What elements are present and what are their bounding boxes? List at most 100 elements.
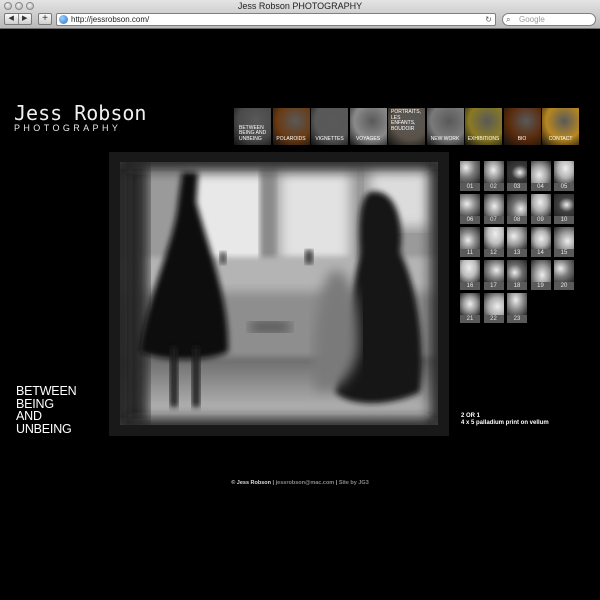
footer-credit-link[interactable]: Site by JG3 xyxy=(339,480,369,486)
nav-tile[interactable]: BETWEEN BEING AND UNBEING xyxy=(234,108,271,145)
nav-tile[interactable]: NEW WORK xyxy=(426,108,464,145)
thumbnail[interactable]: 12 xyxy=(483,227,504,257)
thumbnail[interactable]: 22 xyxy=(483,293,504,323)
main-photo[interactable] xyxy=(120,162,438,425)
nav-tile[interactable]: PORTRAITS, LES ENFANTS, BOUDOIR xyxy=(388,108,425,145)
thumbnail[interactable]: 08 xyxy=(507,194,527,224)
nav-tile-label: BIO xyxy=(517,135,527,142)
site-logo[interactable]: Jess Robson PHOTOGRAPHY xyxy=(14,103,146,133)
thumbnail-image xyxy=(460,227,480,249)
nav-tile[interactable]: POLAROIDS xyxy=(272,108,310,145)
thumbnail-image xyxy=(483,293,504,315)
thumbnail-number: 13 xyxy=(507,249,527,257)
search-placeholder: Google xyxy=(519,15,545,24)
thumbnail-number: 21 xyxy=(460,315,480,323)
thumbnail-number: 08 xyxy=(507,216,527,224)
thumbnail-number: 15 xyxy=(554,249,574,257)
history-nav: ◀ ▶ xyxy=(4,13,32,25)
nav-tile-label: VIGNETTES xyxy=(315,135,344,142)
thumbnail[interactable]: 19 xyxy=(530,260,551,290)
globe-icon xyxy=(59,15,68,24)
thumbnail-image xyxy=(483,161,504,183)
thumbnail[interactable]: 05 xyxy=(554,161,574,191)
thumbnail-number: 11 xyxy=(460,249,480,257)
page-body: Jess Robson PHOTOGRAPHY BETWEEN BEING AN… xyxy=(0,30,600,600)
series-title-line: AND xyxy=(16,409,42,423)
thumbnail[interactable]: 20 xyxy=(554,260,574,290)
footer-email-link[interactable]: jessrobson@mac.com xyxy=(276,480,335,486)
thumbnail[interactable]: 23 xyxy=(507,293,527,323)
thumbnail-image xyxy=(530,194,551,216)
url-text[interactable]: http://jessrobson.com/ xyxy=(71,14,149,25)
thumbnail[interactable]: 01 xyxy=(460,161,480,191)
thumbnail-number: 07 xyxy=(483,216,504,224)
thumbnail-image xyxy=(460,293,480,315)
photo-caption: 2 OR 1 4 x 5 palladium print on vellum xyxy=(461,413,549,427)
thumbnail-number: 09 xyxy=(530,216,551,224)
thumbnail[interactable]: 11 xyxy=(460,227,480,257)
thumbnail[interactable]: 15 xyxy=(554,227,574,257)
thumbnail[interactable]: 09 xyxy=(530,194,551,224)
thumbnail-number: 18 xyxy=(507,282,527,290)
thumbnail[interactable]: 02 xyxy=(483,161,504,191)
thumbnail-image xyxy=(554,227,574,249)
search-input[interactable]: ⌕ Google xyxy=(502,13,596,26)
thumbnail[interactable]: 17 xyxy=(483,260,504,290)
thumbnail-number: 12 xyxy=(483,249,504,257)
search-icon: ⌕ xyxy=(506,15,511,24)
window-title: Jess Robson PHOTOGRAPHY xyxy=(237,1,363,11)
address-bar[interactable]: http://jessrobson.com/ ↻ xyxy=(56,13,496,26)
thumbnail-image xyxy=(554,194,574,216)
thumbnail-image xyxy=(507,293,527,315)
series-title-line: UNBEING xyxy=(16,421,72,436)
thumbnail[interactable]: 06 xyxy=(460,194,480,224)
thumbnail[interactable]: 13 xyxy=(507,227,527,257)
thumbnail-number: 02 xyxy=(483,183,504,191)
thumbnail-image xyxy=(507,260,527,282)
nav-tile-label: BETWEEN BEING AND UNBEING xyxy=(239,124,267,142)
back-button[interactable]: ◀ xyxy=(5,14,18,24)
nav-tile-label: CONTACT xyxy=(548,135,573,142)
thumbnail-image xyxy=(507,194,527,216)
browser-toolbar: Jess Robson PHOTOGRAPHY ◀ ▶ + http://jes… xyxy=(0,0,600,29)
thumbnail[interactable]: 07 xyxy=(483,194,504,224)
thumbnail-image xyxy=(460,194,480,216)
forward-button[interactable]: ▶ xyxy=(17,14,32,24)
nav-tile-label: PORTRAITS, LES ENFANTS, BOUDOIR xyxy=(391,109,421,132)
thumbnail[interactable]: 14 xyxy=(530,227,551,257)
thumbnail[interactable]: 18 xyxy=(507,260,527,290)
reload-icon[interactable]: ↻ xyxy=(485,14,492,25)
thumbnail-image xyxy=(460,260,480,282)
thumbnail[interactable]: 21 xyxy=(460,293,480,323)
site-name: Jess Robson xyxy=(14,101,147,125)
thumbnail-number: 05 xyxy=(554,183,574,191)
thumbnail-image xyxy=(483,194,504,216)
caption-medium: 4 x 5 palladium print on vellum xyxy=(461,420,549,426)
series-title: BETWEEN BEING AND UNBEING xyxy=(16,385,77,436)
thumbnail[interactable]: 10 xyxy=(554,194,574,224)
caption-title: 2 OR 1 xyxy=(461,413,481,419)
thumbnail-number: 17 xyxy=(483,282,504,290)
thumbnail[interactable]: 03 xyxy=(507,161,527,191)
nav-tile[interactable]: VIGNETTES xyxy=(311,108,348,145)
thumbnail-number: 23 xyxy=(507,315,527,323)
thumbnail-image xyxy=(554,161,574,183)
thumbnail-image xyxy=(507,227,527,249)
thumbnail-number: 16 xyxy=(460,282,480,290)
nav-tile-label: VOYAGES xyxy=(355,135,381,142)
thumbnail[interactable]: 16 xyxy=(460,260,480,290)
thumbnail-number: 19 xyxy=(530,282,551,290)
nav-tile[interactable]: EXHIBITIONS xyxy=(465,108,502,145)
main-photo-image xyxy=(120,162,438,425)
thumbnail-number: 14 xyxy=(530,249,551,257)
gallery-nav: BETWEEN BEING AND UNBEING POLAROIDS VIGNET… xyxy=(234,108,581,145)
thumbnail[interactable]: 04 xyxy=(530,161,551,191)
thumbnail-number: 04 xyxy=(530,183,551,191)
thumbnail-number: 01 xyxy=(460,183,480,191)
nav-tile[interactable]: VOYAGES xyxy=(349,108,387,145)
nav-tile[interactable]: CONTACT xyxy=(542,108,579,145)
add-bookmark-button[interactable]: + xyxy=(38,13,52,25)
nav-tile[interactable]: BIO xyxy=(503,108,541,145)
footer-copyright: © Jess Robson xyxy=(231,480,272,486)
thumbnail-number: 22 xyxy=(483,315,504,323)
